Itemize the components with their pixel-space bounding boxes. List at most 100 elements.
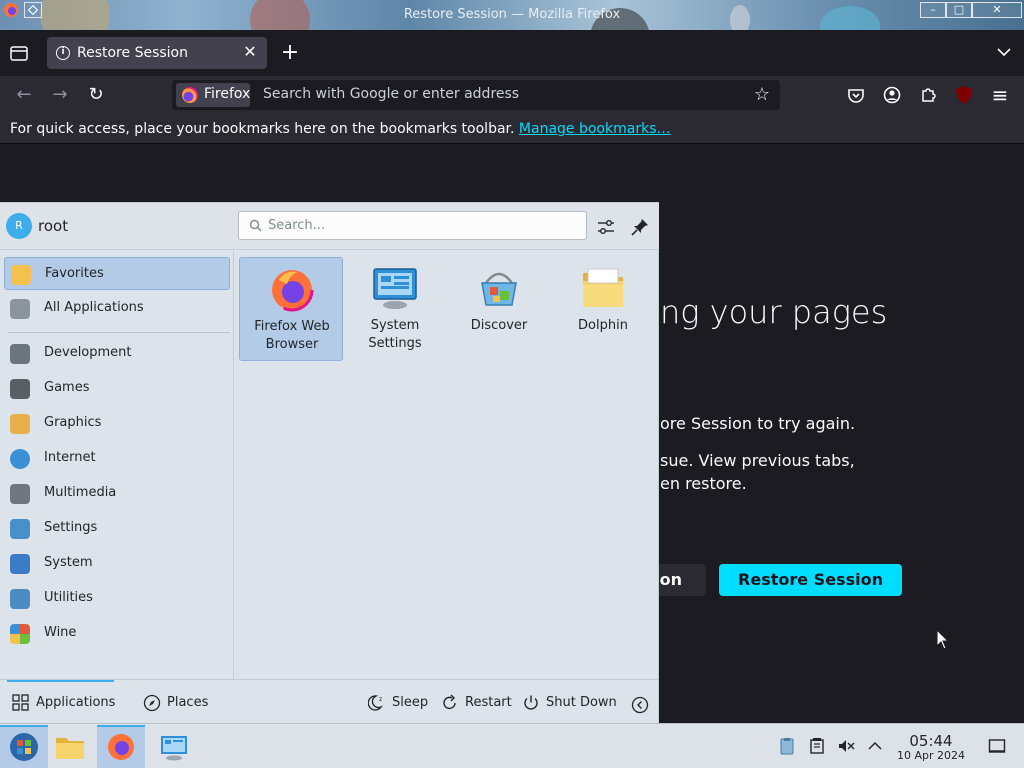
search-icon (249, 219, 262, 232)
page-description-line: sue. View previous tabs, (660, 451, 855, 470)
firefox-logo-icon (182, 87, 198, 103)
category-label: Internet (44, 450, 96, 465)
category-system[interactable]: System (4, 547, 230, 580)
sleep-button[interactable]: z Sleep (368, 692, 430, 714)
category-games[interactable]: Games (4, 372, 230, 405)
category-wine[interactable]: Wine (4, 617, 230, 650)
avatar[interactable]: R (6, 213, 32, 239)
sleep-icon: z (368, 695, 383, 711)
app-label-line: Firefox Web (254, 319, 330, 334)
category-internet[interactable]: Internet (4, 442, 230, 475)
chevron-left-icon[interactable] (631, 696, 649, 714)
clipboard-icon[interactable] (778, 737, 796, 755)
category-label: Wine (44, 625, 77, 640)
tab-places[interactable]: Places (143, 692, 213, 714)
new-tab-button[interactable]: + (280, 42, 300, 64)
minimize-button[interactable]: – (920, 2, 946, 18)
configure-icon[interactable] (596, 217, 616, 237)
search-placeholder: Search... (268, 218, 326, 233)
app-label: Discover (447, 317, 551, 335)
window-title: Restore Session — Mozilla Firefox (403, 7, 621, 22)
firefox-icon (108, 734, 134, 760)
identity-label: Firefox (204, 86, 251, 102)
window-titlebar[interactable]: Restore Session — Mozilla Firefox – □ ✕ (0, 0, 1024, 30)
forward-button[interactable]: → (50, 85, 70, 105)
info-icon: i (56, 46, 70, 60)
tab-applications-label: Applications (36, 695, 116, 710)
taskbar: 05:44 10 Apr 2024 (0, 723, 1024, 768)
app-menu-button[interactable]: ≡ (990, 85, 1010, 105)
account-icon[interactable] (882, 85, 902, 105)
app-label: Firefox Web Browser (240, 318, 344, 354)
launcher-search-input[interactable]: Search... (238, 211, 587, 240)
app-label: Dolphin (551, 317, 655, 335)
games-icon (10, 379, 30, 399)
restart-button[interactable]: Restart (441, 692, 512, 714)
firefox-view-icon[interactable] (8, 42, 30, 64)
category-favorites[interactable]: Favorites (4, 257, 230, 290)
category-graphics[interactable]: Graphics (4, 407, 230, 440)
category-label: Multimedia (44, 485, 117, 500)
category-all-applications[interactable]: All Applications (4, 292, 230, 325)
app-dolphin[interactable]: Dolphin (551, 257, 655, 361)
pin-icon[interactable] (630, 217, 650, 237)
start-menu-button[interactable] (0, 725, 48, 768)
tab-strip: i Restore Session ✕ + (0, 30, 1024, 76)
category-sidebar: Favorites All Applications Development G… (0, 251, 234, 679)
mouse-cursor-icon (936, 629, 950, 650)
maximize-button[interactable]: □ (946, 2, 972, 18)
category-settings[interactable]: Settings (4, 512, 230, 545)
notes-icon[interactable] (808, 737, 826, 755)
category-multimedia[interactable]: Multimedia (4, 477, 230, 510)
ublock-origin-icon[interactable] (954, 85, 974, 105)
page-description-line: en restore. (660, 474, 747, 493)
bookmark-star-icon[interactable]: ☆ (752, 85, 772, 105)
pocket-icon[interactable] (846, 85, 866, 105)
reload-button[interactable]: ↻ (86, 85, 106, 105)
application-launcher-menu: R root Search... Favorites All Applicati… (0, 202, 659, 723)
restart-label: Restart (465, 695, 512, 710)
active-tab-indicator (7, 680, 114, 682)
svg-text:z: z (379, 696, 382, 703)
extensions-icon[interactable] (918, 85, 938, 105)
close-window-button[interactable]: ✕ (972, 2, 1022, 18)
sleep-label: Sleep (392, 695, 429, 710)
clock-date[interactable]: 10 Apr 2024 (890, 749, 972, 762)
dolphin-icon (583, 268, 623, 307)
taskbar-firefox[interactable] (97, 725, 145, 768)
category-label: System (44, 555, 93, 570)
volume-muted-icon[interactable] (837, 737, 855, 755)
tab-applications[interactable]: Applications (12, 692, 116, 714)
app-label-line: System (370, 318, 420, 333)
app-label-line: Settings (368, 336, 422, 351)
show-desktop-icon[interactable] (988, 737, 1006, 755)
category-divider (8, 332, 230, 333)
bookmarks-hint: For quick access, place your bookmarks h… (10, 121, 670, 137)
shutdown-button[interactable]: Shut Down (522, 692, 617, 714)
back-button[interactable]: ← (14, 85, 34, 105)
identity-box[interactable]: Firefox (176, 83, 250, 107)
url-bar[interactable]: Firefox Search with Google or enter addr… (172, 80, 780, 110)
manage-bookmarks-link[interactable]: Manage bookmarks… (519, 121, 671, 137)
clock-time[interactable]: 05:44 (896, 732, 966, 750)
chevron-down-icon[interactable] (996, 44, 1012, 60)
close-tab-button[interactable]: ✕ (241, 43, 259, 61)
app-discover[interactable]: Discover (447, 257, 551, 361)
tab-restore-session[interactable]: i Restore Session ✕ (47, 37, 267, 69)
app-system-settings[interactable]: System Settings (343, 257, 447, 361)
taskbar-dolphin[interactable] (46, 725, 94, 768)
applications-grid-icon (12, 694, 29, 711)
category-utilities[interactable]: Utilities (4, 582, 230, 615)
user-name: root (38, 217, 69, 235)
tab-places-label: Places (167, 695, 209, 710)
chevron-up-icon[interactable] (866, 737, 884, 755)
app-firefox[interactable]: Firefox Web Browser (239, 257, 343, 361)
page-title: ng your pages (660, 293, 888, 331)
bookmarks-toolbar: For quick access, place your bookmarks h… (0, 114, 1024, 144)
restore-session-button[interactable]: Restore Session (719, 564, 902, 596)
url-input[interactable]: Search with Google or enter address (263, 86, 519, 102)
category-development[interactable]: Development (4, 337, 230, 370)
navigation-toolbar: ← → ↻ Firefox Search with Google or ente… (0, 76, 1024, 114)
active-indicator (0, 725, 48, 727)
taskbar-system-settings[interactable] (150, 725, 198, 768)
